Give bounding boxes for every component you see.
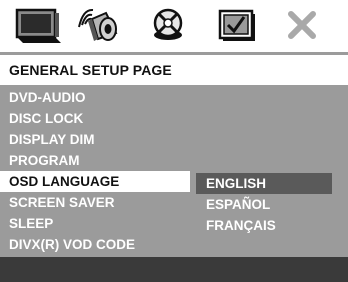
language-option-francais[interactable]: FRANÇAIS [196, 215, 332, 236]
general-setup-icon [12, 5, 64, 47]
preferences-tab[interactable] [206, 3, 266, 49]
video-setup-tab[interactable] [138, 3, 198, 49]
exit-tab[interactable] [272, 3, 332, 49]
footer-bar [0, 257, 348, 282]
setup-menu-screen: GENERAL SETUP PAGE DVD-AUDIO DISC LOCK D… [0, 0, 348, 282]
page-title: GENERAL SETUP PAGE [0, 55, 348, 85]
audio-setup-tab[interactable] [72, 3, 132, 49]
menu-item-osd-language[interactable]: OSD LANGUAGE [0, 171, 190, 192]
audio-speaker-icon [76, 5, 128, 47]
menu-item-disc-lock[interactable]: DISC LOCK [0, 108, 190, 129]
menu-item-screen-saver[interactable]: SCREEN SAVER [0, 192, 190, 213]
language-option-espanol[interactable]: ESPAÑOL [196, 194, 332, 215]
language-option-english[interactable]: ENGLISH [196, 173, 332, 194]
menu-item-program[interactable]: PROGRAM [0, 150, 190, 171]
menu-item-divx-vod-code[interactable]: DIVX(R) VOD CODE [0, 234, 190, 255]
preferences-icon [210, 5, 262, 47]
menu-item-dvd-audio[interactable]: DVD-AUDIO [0, 87, 190, 108]
menu-item-display-dim[interactable]: DISPLAY DIM [0, 129, 190, 150]
general-setup-tab[interactable] [8, 3, 68, 49]
video-setup-icon [142, 5, 194, 47]
exit-icon [276, 5, 328, 47]
icon-toolbar [0, 0, 348, 52]
menu-item-sleep[interactable]: SLEEP [0, 213, 190, 234]
